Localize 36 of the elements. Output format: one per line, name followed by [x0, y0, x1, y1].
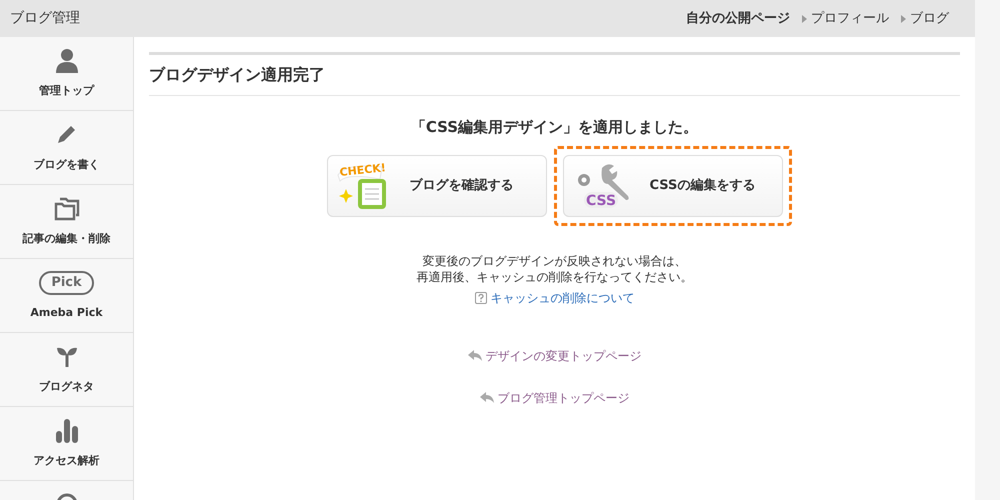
back-arrow-icon — [468, 350, 482, 361]
header-link[interactable]: ブログ — [910, 8, 949, 28]
sidebar-item[interactable]: アクセス解析 — [0, 407, 133, 481]
folders-icon — [54, 197, 80, 221]
note-text: 再適用後、キャッシュの削除を行なってください。 — [416, 268, 692, 284]
arrow-icon — [901, 14, 906, 22]
action-button[interactable]: CSS CSSの編集をする — [562, 154, 782, 216]
back-arrow-icon — [480, 392, 494, 403]
header-link[interactable]: プロフィール — [811, 8, 889, 28]
action-button[interactable]: CHECK! ブログを確認する — [326, 154, 546, 216]
help-link[interactable]: キャッシュの削除について — [490, 288, 634, 306]
sidebar-item[interactable]: ブログを書く — [0, 111, 133, 185]
page-heading: ブログデザイン適用完了 — [149, 64, 326, 86]
back-link[interactable]: デザインの変更トップページ — [486, 346, 642, 364]
sidebar-label: Ameba Pick — [30, 305, 103, 321]
sidebar-item[interactable]: Pick Ameba Pick — [0, 259, 133, 333]
sidebar-label: ブログを書く — [34, 157, 100, 173]
question-icon — [474, 292, 486, 304]
sidebar-item[interactable]: 記事の編集・削除 — [0, 185, 133, 259]
pick-badge: Pick — [39, 271, 94, 295]
sidebar-label: アクセス解析 — [34, 453, 100, 469]
sidebar-item[interactable]: 管理トップ — [0, 37, 133, 111]
header-link[interactable]: 自分の公開ページ — [686, 8, 790, 28]
sidebar-item[interactable]: ブログネタ — [0, 333, 133, 407]
sidebar-label: 管理トップ — [39, 83, 94, 99]
back-link[interactable]: ブログ管理トップページ — [498, 388, 630, 406]
note-text: 変更後のブログデザインが反映されない場合は、 — [422, 252, 686, 268]
sidebar-label: 記事の編集・削除 — [22, 231, 110, 247]
arrow-icon — [802, 14, 807, 22]
bar-chart-icon — [56, 419, 78, 443]
sprout-icon — [56, 345, 78, 367]
success-message: 「CSS編集用デザイン」を適用しました。 — [410, 117, 698, 138]
header-title: ブログ管理 — [10, 9, 80, 28]
person-icon — [56, 49, 78, 73]
sidebar-label: ブログネタ — [39, 379, 94, 395]
pencil-icon — [56, 123, 78, 145]
